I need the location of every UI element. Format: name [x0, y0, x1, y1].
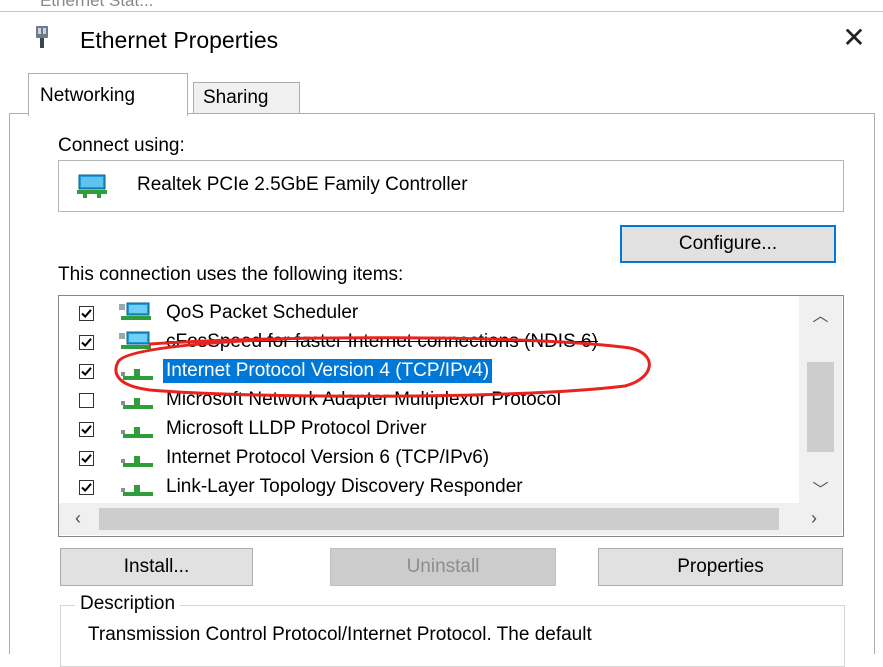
- scroll-up-icon[interactable]: ︿: [799, 302, 842, 326]
- list-item-label: QoS Packet Scheduler: [166, 302, 359, 323]
- items-listbox[interactable]: QoS Packet Scheduler cFosSpeed for faster…: [58, 295, 844, 537]
- list-item-label: Internet Protocol Version 6 (TCP/IPv6): [166, 447, 490, 468]
- checkmark-icon: [81, 483, 92, 492]
- window-title: Ethernet Properties: [80, 27, 279, 53]
- checkmark-icon: [81, 425, 92, 434]
- tab-sharing[interactable]: Sharing: [193, 82, 300, 113]
- properties-button[interactable]: Properties: [598, 548, 843, 586]
- item-checkbox[interactable]: [79, 393, 94, 408]
- horizontal-scrollbar[interactable]: ‹ ›: [59, 503, 842, 535]
- list-item[interactable]: Internet Protocol Version 6 (TCP/IPv6): [59, 444, 799, 473]
- checkmark-icon: [81, 367, 92, 376]
- list-item-label: Internet Protocol Version 4 (TCP/IPv4): [163, 359, 493, 383]
- vertical-scrollbar[interactable]: ︿ ﹀: [799, 296, 842, 503]
- list-item-label: Link-Layer Topology Discovery Responder: [166, 476, 523, 497]
- network-service-icon: [119, 302, 155, 326]
- background-window-title: Ethernet Stat...: [40, 0, 154, 10]
- horizontal-scroll-thumb[interactable]: [99, 508, 779, 530]
- adapter-name: Realtek PCIe 2.5GbE Family Controller: [137, 174, 468, 195]
- protocol-icon: [119, 389, 155, 413]
- items-label: This connection uses the following items…: [58, 264, 404, 285]
- tab-networking-label: Networking: [40, 85, 136, 106]
- close-button[interactable]: ✕: [834, 20, 874, 56]
- connect-using-label: Connect using:: [58, 135, 185, 156]
- protocol-icon: [119, 418, 155, 442]
- item-checkbox[interactable]: [79, 422, 94, 437]
- protocol-icon: [119, 447, 155, 471]
- network-adapter-icon: [77, 174, 107, 198]
- network-service-icon: [119, 331, 155, 355]
- checkmark-icon: [81, 338, 92, 347]
- tab-sharing-label: Sharing: [203, 87, 269, 108]
- checkmark-icon: [81, 454, 92, 463]
- item-checkbox[interactable]: [79, 451, 94, 466]
- protocol-icon: [119, 476, 155, 500]
- close-icon[interactable]: ✕: [842, 22, 865, 53]
- list-item[interactable]: Microsoft LLDP Protocol Driver: [59, 415, 799, 444]
- scroll-left-icon[interactable]: ‹: [63, 508, 93, 530]
- list-item-label: cFosSpeed for faster Internet connection…: [166, 331, 598, 352]
- list-item-label: Microsoft LLDP Protocol Driver: [166, 418, 427, 439]
- vertical-scroll-thumb[interactable]: [807, 362, 834, 452]
- item-checkbox[interactable]: [79, 364, 94, 379]
- list-item[interactable]: QoS Packet Scheduler: [59, 299, 799, 328]
- tab-networking[interactable]: Networking: [28, 73, 188, 116]
- list-item-label: Microsoft Network Adapter Multiplexor Pr…: [166, 389, 561, 410]
- item-checkbox[interactable]: [79, 335, 94, 350]
- ethernet-plug-icon: [36, 26, 48, 48]
- install-button[interactable]: Install...: [60, 548, 253, 586]
- list-item[interactable]: cFosSpeed for faster Internet connection…: [59, 328, 799, 357]
- protocol-icon: [119, 360, 155, 384]
- scroll-right-icon[interactable]: ›: [799, 508, 829, 530]
- description-text: Transmission Control Protocol/Internet P…: [88, 624, 592, 645]
- item-checkbox[interactable]: [79, 306, 94, 321]
- checkmark-icon: [81, 309, 92, 318]
- configure-button[interactable]: Configure...: [620, 225, 836, 263]
- title-bar: Ethernet Properties ✕: [0, 12, 883, 68]
- adapter-box: Realtek PCIe 2.5GbE Family Controller: [58, 160, 844, 212]
- scroll-down-icon[interactable]: ﹀: [799, 476, 842, 500]
- list-item[interactable]: Microsoft Network Adapter Multiplexor Pr…: [59, 386, 799, 415]
- uninstall-button: Uninstall: [330, 548, 556, 586]
- item-checkbox[interactable]: [79, 480, 94, 495]
- list-item[interactable]: Link-Layer Topology Discovery Responder: [59, 473, 799, 502]
- description-legend: Description: [75, 593, 181, 615]
- background-window-edge: Ethernet Stat...: [0, 0, 883, 12]
- list-item[interactable]: Internet Protocol Version 4 (TCP/IPv4): [59, 357, 799, 386]
